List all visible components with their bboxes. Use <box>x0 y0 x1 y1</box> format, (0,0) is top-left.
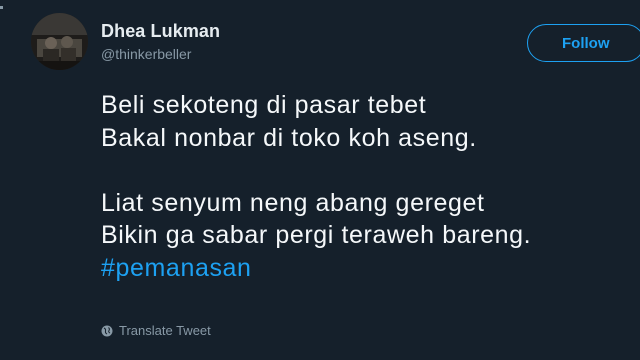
tweet-line: Beli sekoteng di pasar tebet <box>101 91 427 119</box>
translate-label: Translate Tweet <box>119 323 211 338</box>
tweet-card: Dhea Lukman @thinkerbeller Follow Beli s… <box>0 0 640 360</box>
tweet-line: Bikin ga sabar pergi teraweh bareng. <box>101 221 532 249</box>
user-handle[interactable]: @thinkerbeller <box>101 45 220 63</box>
display-name[interactable]: Dhea Lukman <box>101 20 220 42</box>
tweet-line: Liat senyum neng abang gereget <box>101 188 485 217</box>
thread-indicator <box>0 6 3 9</box>
tweet-text: Beli sekoteng di pasar tebet Bakal nonba… <box>101 89 531 284</box>
user-info: Dhea Lukman @thinkerbeller <box>101 20 220 63</box>
globe-icon <box>101 325 113 336</box>
translate-tweet-link[interactable]: Translate Tweet <box>101 323 211 338</box>
avatar[interactable] <box>31 13 88 70</box>
tweet-line: Bakal nonbar di toko koh aseng. <box>101 123 477 152</box>
avatar-photo-icon <box>31 13 88 70</box>
hashtag-link[interactable]: #pemanasan <box>101 252 531 285</box>
follow-button[interactable]: Follow <box>527 24 640 62</box>
